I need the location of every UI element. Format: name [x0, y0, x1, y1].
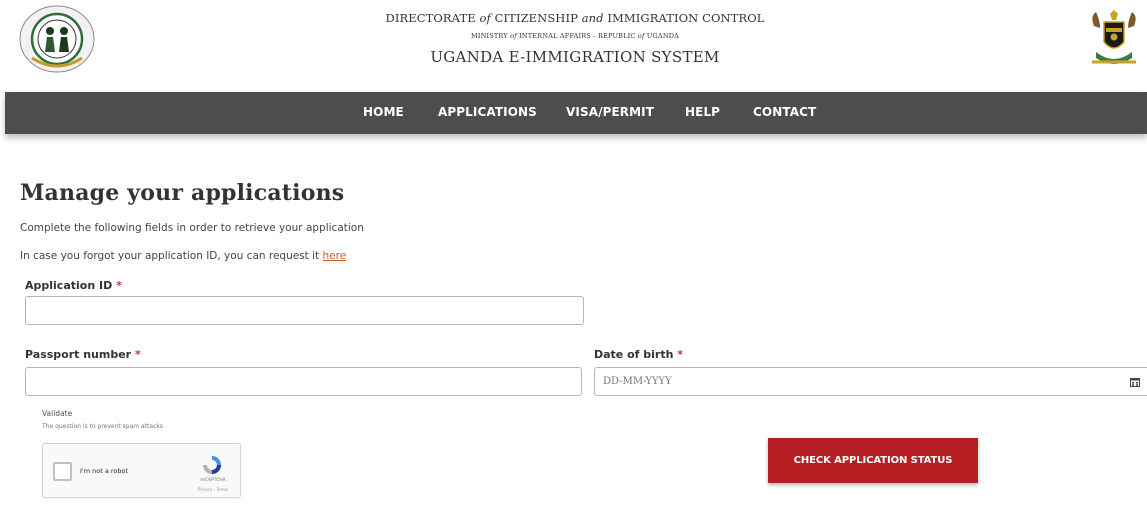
- recaptcha-widget: I'm not a robot reCAPTCHA Privacy - Term…: [42, 443, 241, 498]
- recaptcha-checkbox[interactable]: [53, 462, 72, 481]
- recaptcha-terms-link[interactable]: Privacy - Terms: [193, 487, 233, 492]
- directorate-emblem-icon[interactable]: [18, 4, 96, 74]
- recaptcha-label: I'm not a robot: [80, 467, 129, 475]
- forgot-id-text: In case you forgot your application ID, …: [20, 250, 346, 262]
- passport-number-label: Passport number *: [25, 348, 141, 361]
- site-header: DIRECTORATE of CITIZENSHIP and IMMIGRATI…: [0, 0, 1147, 92]
- required-asterisk: *: [677, 348, 684, 361]
- passport-number-input[interactable]: [25, 367, 582, 396]
- required-asterisk: *: [116, 279, 122, 292]
- recaptcha-brand: reCAPTCHA: [200, 478, 226, 483]
- header-title-block: DIRECTORATE of CITIZENSHIP and IMMIGRATI…: [360, 10, 790, 68]
- intro-instructions: Complete the following fields in order t…: [20, 222, 364, 234]
- validate-label: Validate: [42, 409, 73, 418]
- request-id-link[interactable]: here: [323, 250, 347, 262]
- nav-applications[interactable]: APPLICATIONS: [438, 105, 537, 119]
- nav-contact[interactable]: CONTACT: [753, 105, 816, 119]
- nav-home[interactable]: HOME: [363, 105, 404, 119]
- calendar-icon[interactable]: [1130, 377, 1140, 387]
- uganda-coat-of-arms-icon[interactable]: [1086, 8, 1142, 72]
- validate-description: The question is to prevent spam attacks: [42, 423, 163, 430]
- date-of-birth-field: [594, 367, 1147, 396]
- ministry-subtitle: MINISTRY of INTERNAL AFFAIRS - REPUBLIC …: [470, 32, 680, 40]
- system-title: UGANDA E-IMMIGRATION SYSTEM: [430, 48, 720, 66]
- check-application-status-button[interactable]: CHECK APPLICATION STATUS: [768, 438, 978, 483]
- application-id-input[interactable]: [25, 296, 584, 325]
- nav-visa-permit[interactable]: VISA/PERMIT: [566, 105, 654, 119]
- required-asterisk: *: [134, 348, 141, 361]
- application-id-label: Application ID *: [25, 279, 122, 292]
- forgot-id-label: In case you forgot your application ID, …: [20, 250, 323, 262]
- date-of-birth-input[interactable]: [595, 368, 1115, 395]
- date-of-birth-label: Date of birth *: [594, 348, 684, 361]
- main-navbar: HOME APPLICATIONS VISA/PERMIT HELP CONTA…: [5, 92, 1147, 134]
- directorate-title: DIRECTORATE of CITIZENSHIP and IMMIGRATI…: [385, 11, 765, 25]
- recaptcha-logo-icon: [203, 456, 221, 474]
- page-title: Manage your applications: [20, 180, 345, 206]
- nav-help[interactable]: HELP: [685, 105, 720, 119]
